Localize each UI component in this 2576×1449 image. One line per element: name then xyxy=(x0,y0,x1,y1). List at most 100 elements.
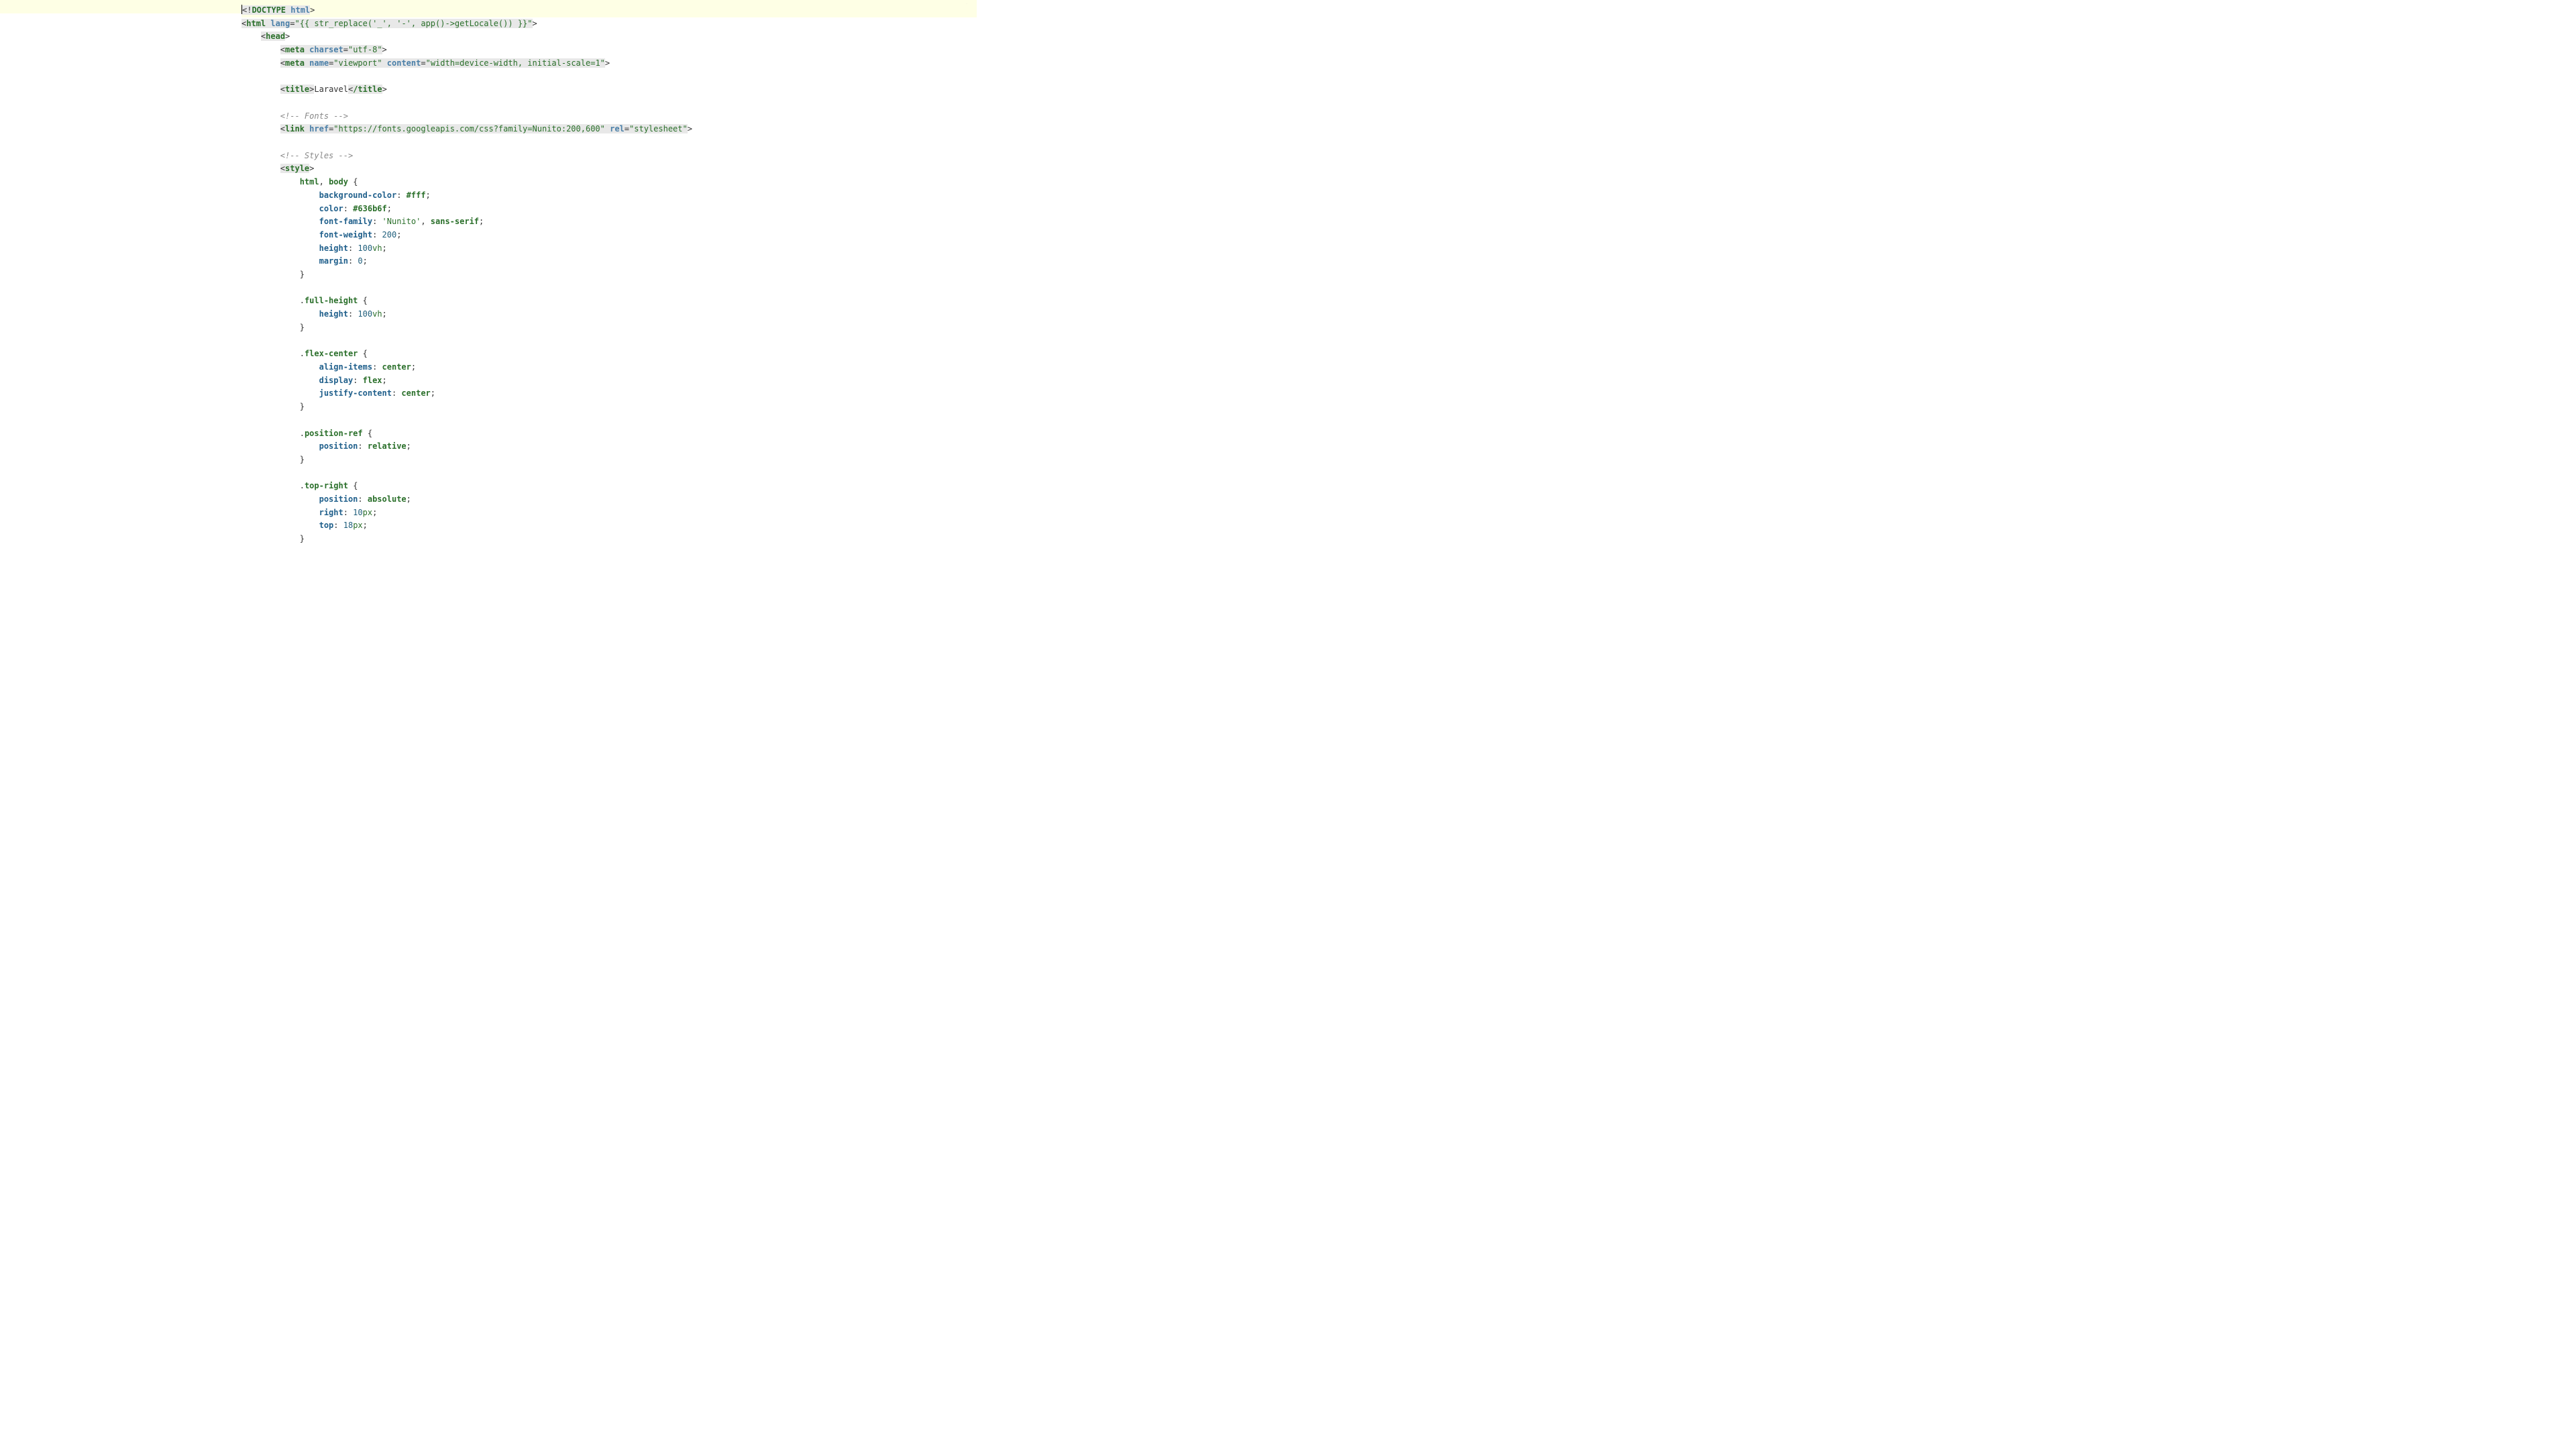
code-token: ; xyxy=(382,244,387,253)
code-token: ; xyxy=(387,204,392,213)
code-token: { xyxy=(348,177,358,186)
code-line[interactable]: position: relative; xyxy=(241,440,977,453)
code-line[interactable] xyxy=(241,70,977,84)
code-line[interactable] xyxy=(241,97,977,110)
code-line[interactable]: <html lang="{{ str_replace('_', '-', app… xyxy=(241,17,977,31)
code-token: ; xyxy=(396,230,401,239)
code-token: <!-- Fonts --> xyxy=(280,111,348,121)
code-line[interactable] xyxy=(241,335,977,348)
code-token: ; xyxy=(363,256,368,266)
code-line[interactable]: <meta name="viewport" content="width=dev… xyxy=(241,57,977,70)
code-token: < xyxy=(280,45,285,54)
code-line[interactable]: html, body { xyxy=(241,176,977,189)
code-token: > xyxy=(382,45,387,54)
code-line[interactable]: <title>Laravel</title> xyxy=(241,83,977,97)
code-line[interactable]: position: absolute; xyxy=(241,493,977,506)
code-line[interactable]: <head> xyxy=(241,30,977,44)
code-line[interactable]: .position-ref { xyxy=(241,427,977,441)
code-token: > xyxy=(310,5,315,15)
code-line[interactable]: height: 100vh; xyxy=(241,242,977,256)
code-token: meta xyxy=(285,45,309,54)
code-line[interactable]: align-items: center; xyxy=(241,361,977,374)
code-token: "utf-8" xyxy=(348,45,382,54)
code-token: #fff xyxy=(407,191,426,200)
code-line[interactable] xyxy=(241,414,977,427)
code-token: < xyxy=(280,164,285,173)
code-line[interactable]: margin: 0; xyxy=(241,255,977,268)
code-token: : xyxy=(358,441,367,451)
code-token: full-height xyxy=(305,296,358,305)
code-token: right xyxy=(319,508,343,517)
code-line[interactable]: height: 100vh; xyxy=(241,308,977,321)
code-token: href xyxy=(309,124,329,133)
code-token: vh xyxy=(372,244,382,253)
code-line[interactable]: font-family: 'Nunito', sans-serif; xyxy=(241,215,977,229)
code-token: < xyxy=(280,85,285,94)
code-line[interactable]: .flex-center { xyxy=(241,347,977,361)
code-line[interactable]: <!-- Styles --> xyxy=(241,150,977,163)
code-token: center xyxy=(401,388,430,398)
code-token: top-right xyxy=(305,481,348,490)
code-token: ; xyxy=(372,508,377,517)
code-token: position xyxy=(319,494,358,504)
code-token: margin xyxy=(319,256,348,266)
code-token: align-items xyxy=(319,362,372,372)
code-line[interactable]: right: 10px; xyxy=(241,506,977,520)
code-token: flex xyxy=(363,376,382,385)
code-token: 10 xyxy=(353,508,362,517)
code-token: 'Nunito' xyxy=(382,217,421,226)
code-line[interactable]: color: #636b6f; xyxy=(241,203,977,216)
code-token: flex-center xyxy=(305,349,358,358)
code-token: , xyxy=(421,217,430,226)
code-line[interactable]: } xyxy=(241,400,977,414)
code-line[interactable]: <style> xyxy=(241,162,977,176)
code-token: . xyxy=(300,481,305,490)
code-line[interactable] xyxy=(241,467,977,480)
code-line[interactable]: font-weight: 200; xyxy=(241,229,977,242)
code-token: } xyxy=(300,402,305,411)
code-line[interactable]: } xyxy=(241,268,977,282)
code-line[interactable]: <!DOCTYPE html> xyxy=(241,4,977,17)
code-line[interactable]: <meta charset="utf-8"> xyxy=(241,44,977,57)
code-token: > xyxy=(382,85,387,94)
code-token: > xyxy=(605,58,610,68)
code-token: { xyxy=(348,481,358,490)
code-token: . xyxy=(300,349,305,358)
code-token: 18 xyxy=(343,521,353,530)
code-line[interactable]: } xyxy=(241,453,977,467)
code-line[interactable]: .top-right { xyxy=(241,480,977,493)
code-token: , xyxy=(319,177,329,186)
code-token: meta xyxy=(285,58,309,68)
code-line[interactable]: background-color: #fff; xyxy=(241,189,977,203)
code-token: { xyxy=(363,429,372,438)
code-token: : xyxy=(372,362,382,372)
code-token: style xyxy=(285,164,309,173)
code-line[interactable]: display: flex; xyxy=(241,374,977,388)
code-line[interactable]: } xyxy=(241,321,977,335)
code-line[interactable]: <!-- Fonts --> xyxy=(241,110,977,123)
code-token: ; xyxy=(363,521,368,530)
code-token: head xyxy=(266,32,285,41)
code-token: : xyxy=(333,521,343,530)
code-token: = xyxy=(290,19,294,28)
code-token: color xyxy=(319,204,343,213)
code-token: "width=device-width, initial-scale=1" xyxy=(426,58,605,68)
code-token: height xyxy=(319,244,348,253)
code-line[interactable] xyxy=(241,136,977,150)
code-token: vh xyxy=(372,309,382,319)
code-line[interactable]: justify-content: center; xyxy=(241,387,977,400)
code-token: content xyxy=(387,58,421,68)
code-line[interactable] xyxy=(241,282,977,295)
code-token: position-ref xyxy=(305,429,363,438)
code-token: body xyxy=(329,177,348,186)
code-line[interactable]: } xyxy=(241,533,977,546)
code-line[interactable]: <link href="https://fonts.googleapis.com… xyxy=(241,123,977,136)
code-editor-pane[interactable]: <!DOCTYPE html><html lang="{{ str_replac… xyxy=(0,4,977,546)
code-token: 0 xyxy=(358,256,362,266)
code-line[interactable]: .full-height { xyxy=(241,294,977,308)
code-line[interactable]: top: 18px; xyxy=(241,519,977,533)
code-token: html xyxy=(290,5,310,15)
code-token: display xyxy=(319,376,354,385)
code-token xyxy=(382,58,387,68)
code-token: rel xyxy=(610,124,625,133)
